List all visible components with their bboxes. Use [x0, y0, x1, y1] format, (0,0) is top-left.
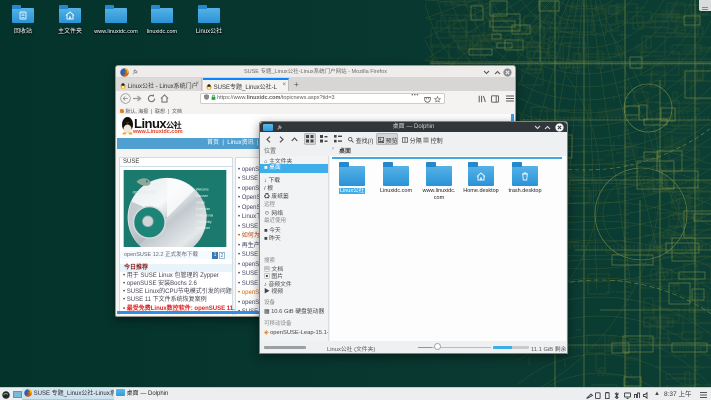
svg-text:Community: Community [196, 220, 212, 224]
svg-text:Create: Create [196, 201, 206, 205]
svg-text:Enterprise: Enterprise [196, 207, 211, 211]
svg-text:openSUSE: openSUSE [133, 190, 158, 196]
svg-text:Discover: Discover [196, 194, 208, 198]
svg-text:Welcome: Welcome [196, 188, 209, 192]
svg-text:Download: Download [196, 226, 210, 230]
svg-text:Professional: Professional [196, 213, 214, 217]
